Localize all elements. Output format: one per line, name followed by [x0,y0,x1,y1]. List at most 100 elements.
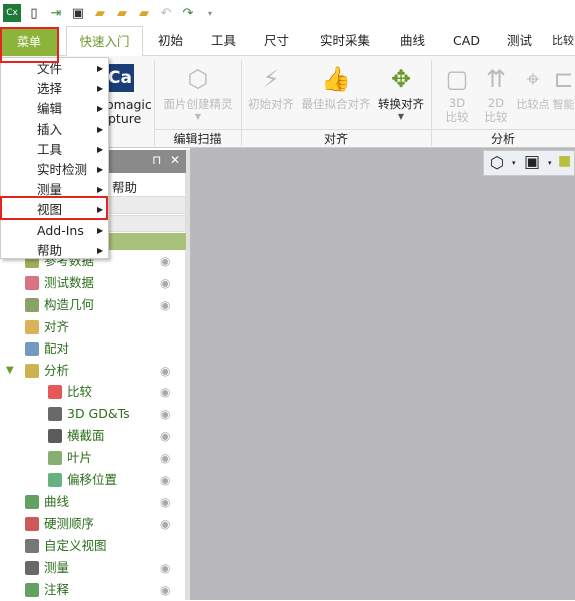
menu-item-label: 编辑 [37,101,63,117]
menu-item[interactable]: 插入 ▶ [1,120,108,140]
redo-icon[interactable]: ↷ [179,4,197,22]
tree-item[interactable]: 横截面 ◉ [0,425,186,447]
tree-item[interactable]: 硬测顺序 ◉ [0,513,186,535]
pin-icon[interactable]: ⊓ [152,153,161,167]
tab-quick-start[interactable]: 快速入门 [66,26,143,57]
tree-item-label: 叶片 [67,450,93,466]
save-icon[interactable]: ▣ [69,4,87,22]
tree-item-label: 硬测顺序 [44,515,95,531]
cross-section-icon: ⇈ [485,65,507,93]
expand-arrow-icon[interactable]: ▼ [6,360,14,382]
menu-item[interactable]: 帮助 ▶ [1,241,108,261]
tree-item[interactable]: 比较 ◉ [0,381,186,403]
import-icon[interactable]: ⇥ [47,4,65,22]
capture-logo[interactable]: Ca [106,64,134,92]
3d-viewport[interactable] [190,148,575,600]
tree-item[interactable]: 自定义视图 [0,535,186,557]
tree-item[interactable]: 叶片 ◉ [0,447,186,469]
tree-item[interactable]: 配对 [0,338,186,360]
eye-icon[interactable]: ◉ [160,469,170,491]
tree-item[interactable]: 曲线 ◉ [0,491,186,513]
tree-item-label: 测试数据 [44,274,95,290]
tab-curve[interactable]: 曲线 [390,26,435,56]
eye-icon[interactable]: ◉ [160,447,170,469]
open-folder-icon[interactable]: ▰ [91,4,109,22]
offset-position-icon [48,473,62,487]
menu-item[interactable]: Add-Ins ▶ [1,221,108,241]
eye-icon[interactable]: ◉ [160,491,170,513]
camera-icon [25,538,39,553]
eye-icon[interactable]: ◉ [160,557,170,579]
view-cube-icon[interactable]: ▣ [524,152,540,172]
menu-item-label: Add-Ins [37,222,84,238]
menu-item[interactable]: 选择 ▶ [1,79,108,99]
2d-compare-button[interactable]: ⇈ 2D 比较 [477,62,515,124]
eye-icon[interactable]: ◉ [160,403,170,425]
tree-item-label: 分析 [44,362,70,378]
export-folder-icon[interactable]: ▰ [113,4,131,22]
initial-align-button[interactable]: ⚡ 初始对齐 [244,62,298,112]
tab-test[interactable]: 测试 [497,26,542,56]
submenu-arrow-icon: ▶ [97,104,104,114]
settings-folder-icon[interactable]: ▰ [135,4,153,22]
blade-icon [48,451,62,466]
eye-icon[interactable]: ◉ [160,579,170,601]
tab-cad[interactable]: CAD [444,26,489,56]
eye-icon[interactable]: ◉ [160,381,170,403]
tree-item[interactable]: 测量 ◉ [0,557,186,579]
eye-icon[interactable]: ◉ [160,425,170,447]
transform-align-button[interactable]: ✥ 转换对齐 ▼ [374,62,428,121]
tree-item[interactable]: 偏移位置 ◉ [0,469,186,491]
tab-compare[interactable]: 比较 [551,26,575,56]
compare-point-button[interactable]: ⌖ 比较点 [515,62,551,112]
close-icon[interactable]: ✕ [170,153,180,167]
quick-access-toolbar: Cx ▯ ⇥ ▣ ▰ ▰ ▰ ↶ ↷ ▾ [0,0,575,26]
curve-icon [25,494,39,509]
tree-item[interactable]: 测试数据 ◉ [0,272,186,294]
tab-realtime[interactable]: 实时采集 [313,26,377,56]
group-label-analysis: 分析 [431,129,575,147]
main-menu-dropdown: 文件 ▶ 选择 ▶ 编辑 ▶ 插入 ▶ 工具 ▶ 实时检测 ▶ 测量 ▶ 视图 ▶ Add-Ins ▶ 帮助 ▶ [0,57,109,259]
tree-item[interactable]: ▼ 分析 ◉ [0,360,186,382]
highlight-box-view [0,196,108,220]
eye-icon[interactable]: ◉ [160,360,170,382]
tab-initial[interactable]: 初始 [148,26,193,56]
analysis-icon [25,363,39,378]
submenu-arrow-icon: ▶ [97,124,104,134]
initial-align-icon: ⚡ [262,65,280,93]
eye-icon[interactable]: ◉ [160,250,170,272]
smart-button[interactable]: ⊏ 智能 [552,62,575,112]
customize-dropdown-icon[interactable]: ▾ [201,4,219,22]
tree-item-label: 比较 [67,384,93,400]
construct-geometry-icon [25,297,39,312]
tree-item[interactable]: 对齐 [0,316,186,338]
eye-icon[interactable]: ◉ [160,294,170,316]
submenu-arrow-icon: ▶ [97,84,104,94]
tab-dimension[interactable]: 尺寸 [254,26,299,56]
menu-item-label: 帮助 [37,242,63,258]
tree-item[interactable]: 注释 ◉ [0,579,186,601]
menu-item[interactable]: 实时检测 ▶ [1,160,108,180]
best-fit-align-button[interactable]: 👍 最佳拟合对齐 [298,62,374,112]
tab-tools[interactable]: 工具 [201,26,246,56]
menu-item-label: 工具 [37,141,63,157]
patch-wizard-button[interactable]: ⬡ 面片创建精灵 ▼ [158,62,238,121]
tree-item[interactable]: 3D GD&Ts ◉ [0,403,186,425]
panel-menu-help[interactable]: 帮助 [112,177,137,196]
app-icon[interactable]: Cx [3,4,21,22]
new-icon[interactable]: ▯ [25,4,43,22]
capture-label[interactable]: omagic pture [106,98,152,126]
capture-label-line2: pture [108,111,142,126]
view-color-icon[interactable]: ■ [558,153,571,169]
eye-icon[interactable]: ◉ [160,513,170,535]
probe-sequence-icon [25,516,39,531]
view-shape-icon[interactable]: ⬡ [490,153,504,172]
3d-compare-button[interactable]: ▢ 3D 比较 [437,62,477,124]
tree-item[interactable]: 构造几何 ◉ [0,294,186,316]
align-icon [25,319,39,334]
eye-icon[interactable]: ◉ [160,272,170,294]
undo-icon[interactable]: ↶ [157,4,175,22]
menu-item[interactable]: 工具 ▶ [1,140,108,160]
measure-icon [25,560,39,575]
menu-item[interactable]: 编辑 ▶ [1,99,108,119]
